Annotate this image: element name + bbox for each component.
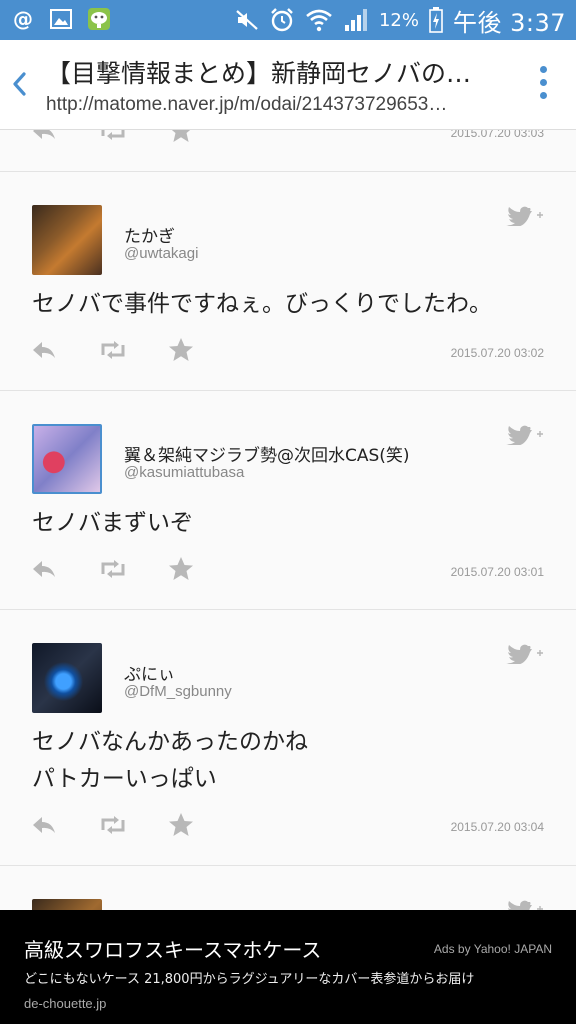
twitter-follow-icon[interactable]	[504, 423, 544, 445]
ad-url[interactable]: de-chouette.jp	[24, 996, 106, 1011]
twitter-follow-icon[interactable]	[504, 898, 544, 910]
battery-percent: 12%	[378, 9, 419, 31]
reply-icon[interactable]	[30, 557, 58, 581]
tweet-body: セノバまずいぞ	[32, 510, 193, 536]
ad-banner[interactable]: 高級スワロフスキースマホケース Ads by Yahoo! JAPAN どこにも…	[0, 910, 576, 1024]
clock: 午後 3:37	[452, 8, 566, 37]
alarm-icon	[271, 8, 293, 32]
signal-icon	[344, 9, 367, 31]
battery-icon	[429, 7, 443, 33]
user-name[interactable]: 翼＆架純マジラブ勢@次回水CAS(笑)	[124, 441, 410, 466]
tweet-actions	[30, 812, 194, 838]
tweet-actions	[30, 130, 194, 144]
favorite-star-icon[interactable]	[168, 337, 194, 363]
tweet-body: セノバで事件ですねぇ。びっくりでしたわ。	[32, 291, 492, 317]
line-app-icon	[86, 6, 112, 32]
overflow-menu-icon[interactable]	[538, 66, 548, 106]
back-arrow-icon[interactable]	[8, 68, 32, 100]
tweet-card: たかぎ @uwtakagi セノバで事件ですねぇ。びっくりでしたわ。 2015.…	[0, 172, 576, 391]
reply-icon[interactable]	[30, 813, 58, 837]
avatar[interactable]	[32, 899, 102, 910]
avatar[interactable]	[32, 424, 102, 494]
retweet-icon[interactable]	[98, 130, 128, 143]
ad-credit[interactable]: Ads by Yahoo! JAPAN	[434, 942, 552, 956]
tweet-actions	[30, 337, 194, 363]
user-name[interactable]: たかぎ	[124, 222, 175, 247]
image-icon	[48, 6, 74, 32]
retweet-icon[interactable]	[98, 557, 128, 581]
ad-title[interactable]: 高級スワロフスキースマホケース	[24, 934, 321, 963]
user-handle[interactable]: @kasumiattubasa	[124, 464, 244, 481]
tweet-card: 翼＆架純マジラブ勢@次回水CAS(笑) @kasumiattubasa セノバま…	[0, 391, 576, 610]
status-bar: @ 12% 午後 3:37	[0, 0, 576, 40]
user-handle[interactable]: @uwtakagi	[124, 245, 198, 262]
favorite-star-icon[interactable]	[168, 812, 194, 838]
avatar[interactable]	[32, 205, 102, 275]
notification-icons: @	[10, 6, 112, 32]
tweet-card	[0, 866, 576, 910]
avatar[interactable]	[32, 643, 102, 713]
twitter-follow-icon[interactable]	[504, 642, 544, 664]
retweet-icon[interactable]	[98, 338, 128, 362]
reply-icon[interactable]	[30, 130, 58, 143]
tweet-date: 2015.07.20 03:03	[450, 130, 544, 140]
wifi-icon	[306, 9, 332, 32]
page-title: 【目撃情報まとめ】新静岡セノバの…	[46, 59, 472, 88]
tweet-date: 2015.07.20 03:01	[450, 565, 544, 579]
twitter-follow-icon[interactable]	[504, 204, 544, 226]
user-handle[interactable]: @DfM_sgbunny	[124, 683, 232, 700]
tweet-date: 2015.07.20 03:04	[450, 820, 544, 834]
mute-icon	[236, 10, 258, 30]
user-name[interactable]: ぷにぃ	[124, 660, 175, 685]
tweet-card: 2015.07.20 03:03	[0, 130, 576, 172]
retweet-icon[interactable]	[98, 813, 128, 837]
tweet-card: ぷにぃ @DfM_sgbunny セノバなんかあったのかね パトカーいっぱい 2…	[0, 610, 576, 866]
page-url[interactable]: http://matome.naver.jp/m/odai/2143737296…	[46, 94, 522, 116]
reply-icon[interactable]	[30, 338, 58, 362]
tweet-list[interactable]: 2015.07.20 03:03 たかぎ @uwtakagi セノバで事件ですね…	[0, 130, 576, 910]
browser-header: 【目撃情報まとめ】新静岡セノバの… http://matome.naver.jp…	[0, 40, 576, 130]
tweet-body: セノバなんかあったのかね パトカーいっぱい	[32, 729, 308, 792]
ad-description[interactable]: どこにもないケース 21,800円からラグジュアリーなカバー表参道からお届け	[24, 968, 474, 987]
favorite-star-icon[interactable]	[168, 130, 194, 144]
tweet-date: 2015.07.20 03:02	[450, 346, 544, 360]
at-icon: @	[13, 7, 33, 31]
tweet-actions	[30, 556, 194, 582]
favorite-star-icon[interactable]	[168, 556, 194, 582]
